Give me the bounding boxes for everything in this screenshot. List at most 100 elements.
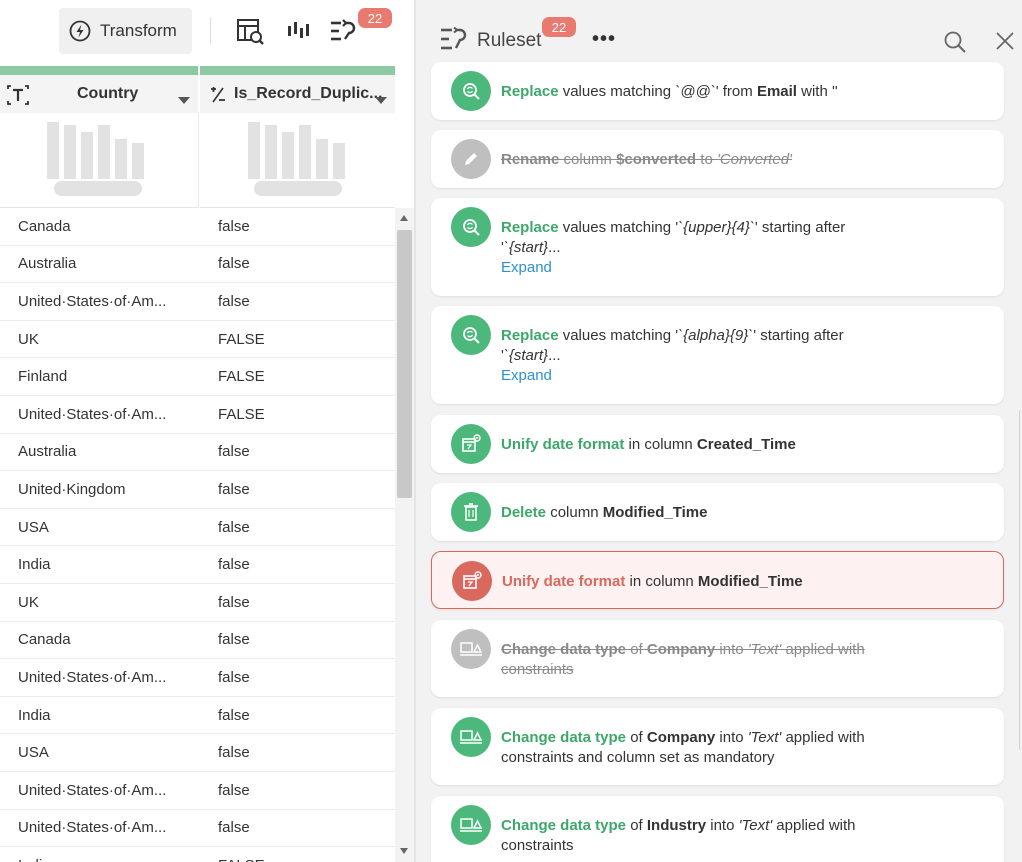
cell-is-record-duplicate[interactable]: FALSE [200, 406, 265, 423]
more-options-icon[interactable]: ••• [592, 28, 616, 51]
rule-card[interactable]: Unify date format in column Modified_Tim… [431, 551, 1004, 609]
cell-is-record-duplicate[interactable]: false [200, 481, 250, 498]
table-row[interactable]: India false [0, 697, 395, 735]
scroll-up-arrow-icon[interactable] [400, 215, 408, 221]
text-type-icon [7, 85, 29, 105]
cell-country[interactable]: United·States·of·Am... [0, 782, 200, 799]
rule-t1: column [559, 151, 617, 168]
rule-code1: 'Text' [738, 817, 773, 834]
rule-t1: values matching ' [558, 327, 679, 344]
table-row[interactable]: USA false [0, 734, 395, 772]
rule-action: Replace [501, 219, 559, 236]
cell-country[interactable]: Australia [0, 443, 200, 460]
table-row[interactable]: IndiaFALSE [0, 847, 395, 862]
cell-country[interactable]: UK [0, 331, 200, 348]
quality-bar [0, 66, 198, 75]
cell-is-record-duplicate[interactable]: false [200, 707, 250, 724]
cell-country[interactable]: United·States·of·Am... [0, 669, 200, 686]
cell-is-record-duplicate[interactable]: FALSE [200, 857, 265, 862]
ruleset-title: Ruleset [477, 30, 542, 51]
ruleset-count-badge: 22 [542, 17, 576, 37]
close-icon[interactable] [994, 30, 1016, 52]
table-row[interactable]: United·States·of·Am... false [0, 283, 395, 321]
chart-bars-icon[interactable] [281, 14, 315, 48]
cell-country[interactable]: United·Kingdom [0, 481, 200, 498]
data-explorer-icon[interactable] [233, 14, 267, 48]
grid-vertical-scrollbar[interactable] [395, 208, 414, 862]
column-header-is-record-duplicate[interactable]: Is_Record_Duplic... [200, 66, 395, 208]
cell-is-record-duplicate[interactable]: false [200, 556, 250, 573]
rule-card[interactable]: Change data type of Company into 'Text' … [431, 620, 1004, 697]
rule-card[interactable]: Replace values matching `@@`' from Email… [431, 62, 1004, 120]
cell-is-record-duplicate[interactable]: false [200, 819, 250, 836]
search-icon[interactable] [943, 30, 967, 54]
table-row[interactable]: Australia false [0, 246, 395, 284]
rule-card[interactable]: Change data type of Company into 'Text' … [431, 708, 1004, 785]
cell-is-record-duplicate[interactable]: false [200, 519, 250, 536]
table-row[interactable]: UK FALSE [0, 321, 395, 359]
table-row[interactable]: United·States·of·Am... false [0, 810, 395, 848]
column-menu-caret[interactable] [178, 97, 190, 104]
rule-card[interactable]: Replace values matching '`{upper}{4}`' s… [431, 198, 1004, 296]
column-header-country[interactable]: Country [0, 66, 198, 208]
rule-card[interactable]: Change data type of Industry into 'Text'… [431, 796, 1004, 862]
expand-link[interactable]: Expand [501, 259, 552, 276]
cell-is-record-duplicate[interactable]: false [200, 443, 250, 460]
transform-button[interactable]: Transform [59, 8, 192, 54]
cell-is-record-duplicate[interactable]: false [200, 631, 250, 648]
ruleset-header: Ruleset 22 ••• [416, 0, 1022, 70]
cell-is-record-duplicate[interactable]: FALSE [200, 368, 265, 385]
cell-country[interactable]: United·States·of·Am... [0, 406, 200, 423]
cell-country[interactable]: UK [0, 594, 200, 611]
cell-country[interactable]: India [0, 556, 200, 573]
rule-card[interactable]: Delete column Modified_Time [431, 483, 1004, 541]
cell-is-record-duplicate[interactable]: false [200, 293, 250, 310]
cell-country[interactable]: Finland [0, 368, 200, 385]
cell-country[interactable]: Canada [0, 218, 200, 235]
table-row[interactable]: United·States·of·Am... false [0, 772, 395, 810]
calendar-gear-icon [452, 561, 492, 601]
table-row[interactable]: Canada false [0, 622, 395, 660]
table-row[interactable]: Canada false [0, 208, 395, 246]
cell-is-record-duplicate[interactable]: false [200, 669, 250, 686]
cell-country[interactable]: USA [0, 744, 200, 761]
table-row[interactable]: United·States·of·Am... false [0, 659, 395, 697]
rule-card[interactable]: Replace values matching '`{alpha}{9}`' s… [431, 306, 1004, 404]
column-menu-caret[interactable] [375, 97, 387, 104]
expand-link[interactable]: Expand [501, 367, 552, 384]
rule-t3: ... [548, 347, 561, 364]
panel-scrollbar[interactable] [1019, 410, 1020, 750]
table-row[interactable]: Finland FALSE [0, 358, 395, 396]
table-row[interactable]: India false [0, 546, 395, 584]
table-row[interactable]: UK false [0, 584, 395, 622]
rule-description: Replace values matching `@@`' from Email… [501, 82, 904, 102]
cell-country[interactable]: India [0, 707, 200, 724]
rule-card[interactable]: Unify date format in column Created_Time [431, 415, 1004, 473]
ruleset-count-badge: 22 [358, 8, 392, 28]
cell-is-record-duplicate[interactable]: false [200, 255, 250, 272]
cell-country[interactable]: Canada [0, 631, 200, 648]
cell-country[interactable]: Australia [0, 255, 200, 272]
cell-country[interactable]: United·States·of·Am... [0, 819, 200, 836]
data-type-icon [451, 717, 491, 757]
table-row[interactable]: United·States·of·Am... FALSE [0, 396, 395, 434]
table-row[interactable]: USA false [0, 509, 395, 547]
rule-t2: to [696, 151, 717, 168]
cell-is-record-duplicate[interactable]: false [200, 744, 250, 761]
rule-code1: 'Converted' [716, 151, 792, 168]
cell-country[interactable]: United·States·of·Am... [0, 293, 200, 310]
scroll-thumb[interactable] [397, 230, 412, 498]
ruleset-icon[interactable] [325, 14, 359, 48]
rule-card[interactable]: Rename column $converted to 'Converted' [431, 130, 1004, 188]
mini-histogram [47, 119, 147, 179]
table-row[interactable]: Australia false [0, 434, 395, 472]
scroll-down-arrow-icon[interactable] [400, 848, 408, 854]
cell-country[interactable]: India [0, 857, 200, 862]
cell-is-record-duplicate[interactable]: false [200, 218, 250, 235]
cell-country[interactable]: USA [0, 519, 200, 536]
cell-is-record-duplicate[interactable]: FALSE [200, 331, 265, 348]
cell-is-record-duplicate[interactable]: false [200, 594, 250, 611]
cell-is-record-duplicate[interactable]: false [200, 782, 250, 799]
rule-t1: in column [624, 436, 697, 453]
table-row[interactable]: United·Kingdom false [0, 471, 395, 509]
